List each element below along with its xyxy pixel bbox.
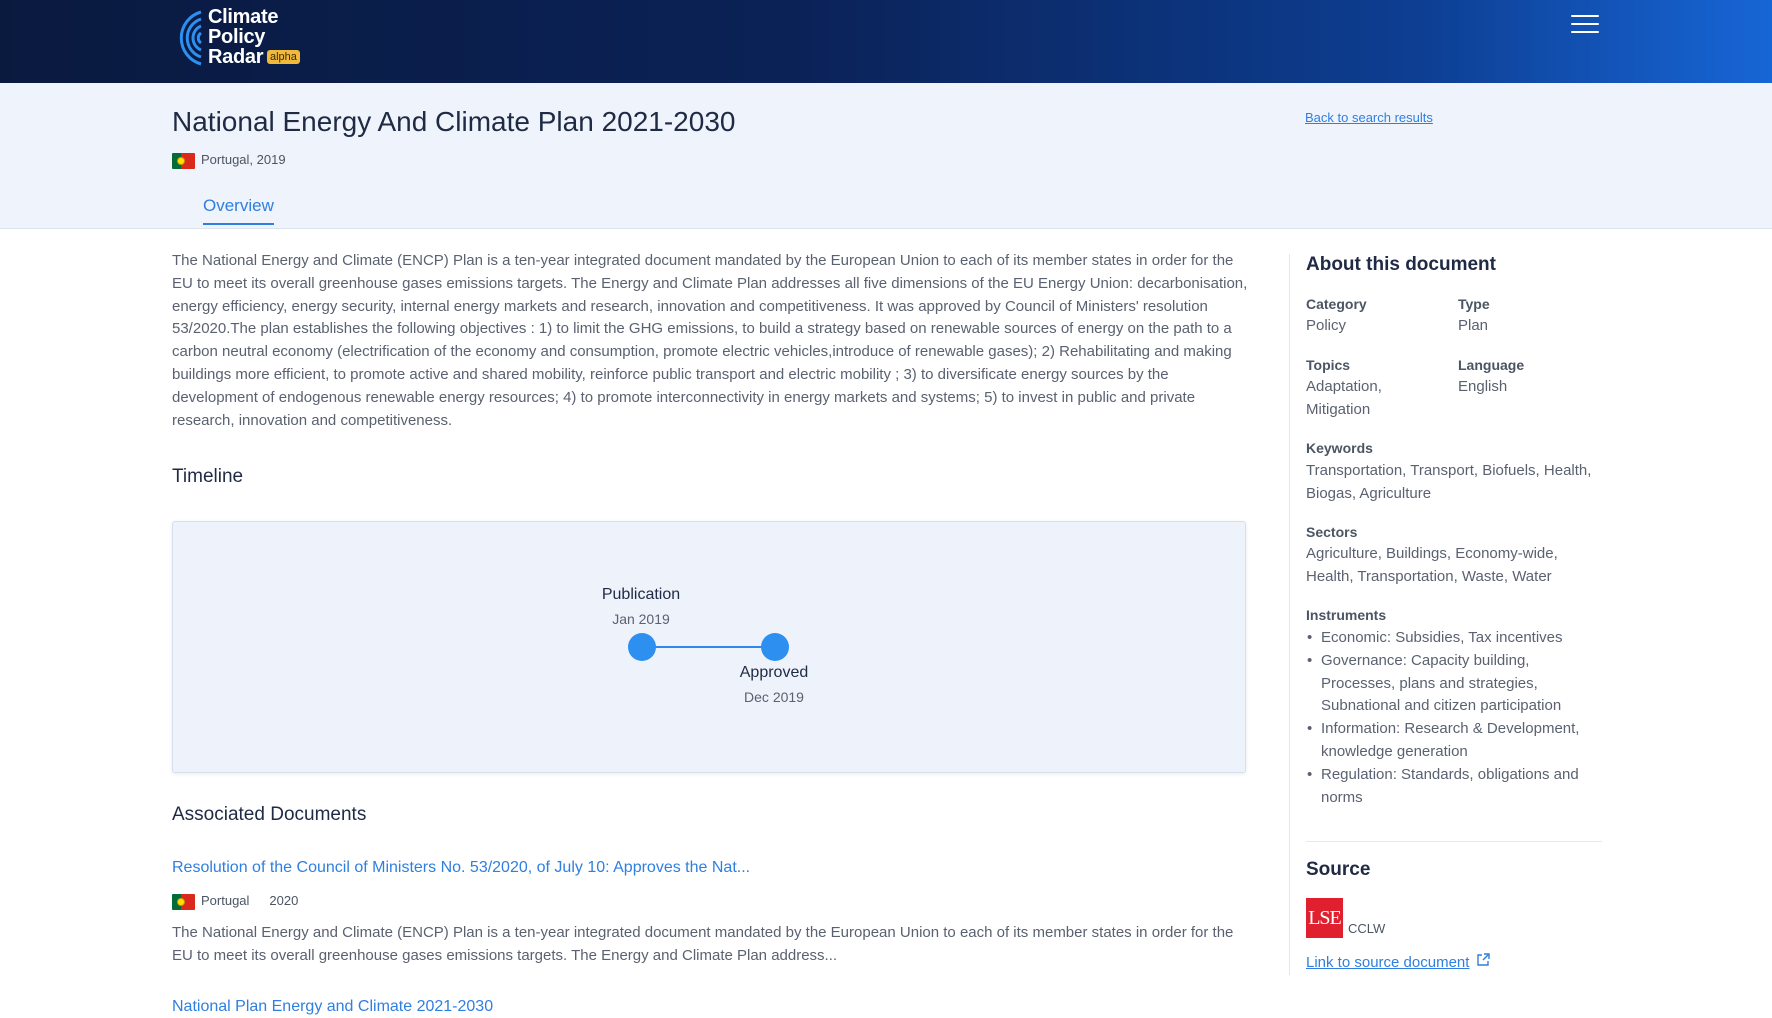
associated-documents-heading: Associated Documents xyxy=(172,804,367,825)
logo-line-1: Climate xyxy=(208,6,279,28)
category-label: Category xyxy=(1306,296,1367,312)
external-link-icon[interactable] xyxy=(1476,953,1490,967)
source-divider xyxy=(1306,841,1602,842)
hamburger-menu-icon[interactable] xyxy=(1569,12,1601,36)
topics-value: Adaptation, xyxy=(1306,378,1382,395)
instrument-item: Governance: Capacity building, Processes… xyxy=(1306,650,1596,718)
type-label: Type xyxy=(1458,296,1490,312)
source-document-link[interactable]: Link to source document xyxy=(1306,954,1469,971)
geography-text: Portugal, 2019 xyxy=(201,152,286,167)
keywords-value: Transportation, Transport, Biofuels, Hea… xyxy=(1306,462,1592,479)
source-heading: Source xyxy=(1306,859,1371,880)
radar-swirl-icon xyxy=(179,10,203,66)
associated-document-description: The National Energy and Climate (ENCP) P… xyxy=(172,924,1234,964)
lse-logo: LSE xyxy=(1306,898,1343,938)
climate-policy-radar-logo[interactable]: Climate Policy Radar alpha xyxy=(171,5,311,69)
timeline-event-date: Jan 2019 xyxy=(612,611,670,627)
instruments-label: Instruments xyxy=(1306,607,1387,623)
back-to-search-link[interactable]: Back to search results xyxy=(1305,110,1433,125)
keywords-label: Keywords xyxy=(1306,440,1373,456)
instruments-list: Economic: Subsidies, Tax incentives Gove… xyxy=(1306,627,1596,809)
instrument-item: Regulation: Standards, obligations and n… xyxy=(1306,764,1596,810)
language-label: Language xyxy=(1458,357,1525,373)
topics-label: Topics xyxy=(1306,357,1351,373)
portugal-flag-icon xyxy=(172,893,195,910)
topics-value: Mitigation xyxy=(1306,401,1371,418)
source-organisation: CCLW xyxy=(1348,921,1386,936)
portugal-flag-icon xyxy=(172,152,195,169)
document-geography: Portugal, 2019 xyxy=(172,152,286,169)
keywords-value: Biogas, Agriculture xyxy=(1306,485,1432,502)
type-value: Plan xyxy=(1458,317,1489,334)
timeline-event-label: Approved xyxy=(739,664,809,681)
top-navigation-bar: Climate Policy Radar alpha xyxy=(0,0,1772,83)
associated-document-link[interactable]: Resolution of the Council of Ministers N… xyxy=(172,859,750,877)
sectors-value: Health, Transportation, Waste, Water xyxy=(1306,568,1552,585)
sidebar-divider xyxy=(1289,254,1290,975)
tab-overview[interactable]: Overview xyxy=(203,196,274,225)
timeline-dot-publication[interactable] xyxy=(628,633,656,661)
associated-document-link[interactable]: National Plan Energy and Climate 2021-20… xyxy=(172,998,493,1016)
category-value: Policy xyxy=(1306,317,1347,334)
associated-country: Portugal xyxy=(201,893,250,908)
timeline-event-date: Dec 2019 xyxy=(744,689,804,705)
timeline-dot-approved[interactable] xyxy=(761,633,789,661)
instrument-item: Economic: Subsidies, Tax incentives xyxy=(1306,627,1596,650)
document-summary: The National Energy and Climate (ENCP) P… xyxy=(172,252,1248,429)
alpha-badge: alpha xyxy=(267,50,300,64)
about-heading: About this document xyxy=(1306,254,1496,275)
timeline-connector xyxy=(642,646,774,648)
language-value: English xyxy=(1458,378,1508,395)
page-title: National Energy And Climate Plan 2021-20… xyxy=(172,106,736,137)
sectors-value: Agriculture, Buildings, Economy-wide, xyxy=(1306,545,1558,562)
logo-line-2: Policy xyxy=(208,26,266,48)
timeline-heading: Timeline xyxy=(172,466,244,487)
instrument-item: Information: Research & Development, kno… xyxy=(1306,718,1596,764)
timeline-event-label: Publication xyxy=(601,586,681,603)
sectors-label: Sectors xyxy=(1306,524,1358,540)
associated-document-meta: Portugal 2020 xyxy=(172,893,298,910)
associated-year: 2020 xyxy=(269,893,299,908)
